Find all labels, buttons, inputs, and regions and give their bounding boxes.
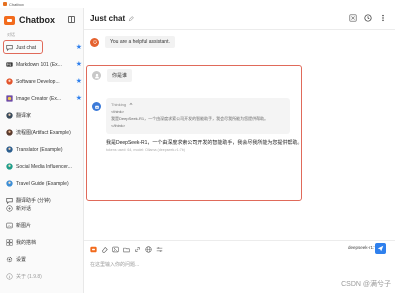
toolbar-icons: [90, 246, 163, 253]
software-dev-avatar-icon: [6, 78, 13, 85]
section-label: 对话: [7, 32, 15, 37]
window-title: Chatbox: [9, 1, 24, 7]
sidebar-item-label: 流程图(Artifact Example): [16, 130, 71, 136]
globe-icon[interactable]: [145, 246, 152, 253]
input-toolbar: deepseek-r1:7b: [84, 240, 395, 256]
sidebar-item-image-creator[interactable]: Image Creator (Ex... ★: [3, 90, 83, 107]
thinking-label: Thinking: [111, 102, 127, 107]
star-icon[interactable]: ★: [76, 78, 82, 85]
sidebar-item-social-media[interactable]: Social Media Influencer...: [3, 158, 83, 175]
chatbox-logo-icon[interactable]: [90, 246, 97, 253]
eraser-icon[interactable]: [101, 246, 108, 253]
about-label: 关于 (1.9.8): [16, 274, 42, 280]
flowchart-avatar-icon: [6, 129, 13, 136]
app-logo-icon: [3, 2, 7, 6]
system-avatar-icon: [90, 37, 99, 47]
brand-name: Chatbox: [19, 15, 55, 25]
info-icon: [6, 273, 13, 280]
image-icon[interactable]: [112, 246, 119, 253]
folder-icon[interactable]: [123, 246, 130, 253]
user-message: 你是谁: [92, 69, 133, 82]
new-chat-button[interactable]: 新对话: [3, 200, 83, 217]
chevron-up-icon[interactable]: [129, 102, 133, 107]
image-icon: [6, 222, 13, 229]
watermark: CSDN @满兮子: [341, 281, 391, 288]
thinking-header[interactable]: Thinking: [111, 102, 285, 107]
star-icon[interactable]: ★: [76, 95, 82, 102]
sidebar-item-travel-guide[interactable]: Travel Guide (Example): [3, 175, 83, 192]
thinking-line: <think>: [111, 109, 125, 114]
thinking-line: 我是DeepSeek-R1，一个由深度求索公司开发的智能助手，我会尽我所能为您提…: [111, 116, 269, 121]
edit-icon[interactable]: [128, 15, 134, 22]
thinking-block[interactable]: Thinking <think> 我是DeepSeek-R1，一个由深度求索公司…: [106, 98, 290, 134]
markdown-icon: [6, 61, 13, 68]
chat-header: Just chat: [84, 8, 395, 30]
clean-icon[interactable]: [349, 14, 357, 22]
message-meta: tokens used: 64, model: Ollama (deepseek…: [106, 148, 185, 152]
sidebar-item-label: Image Creator (Ex...: [16, 95, 62, 102]
brand: Chatbox: [4, 15, 55, 25]
new-image-button[interactable]: 新图片: [3, 217, 83, 234]
my-partners-label: 我的搭档: [16, 240, 37, 246]
sidebar-item-label: Social Media Influencer...: [16, 163, 72, 170]
star-icon[interactable]: ★: [76, 44, 82, 51]
window-titlebar: Chatbox: [0, 0, 395, 8]
assistant-avatar-icon: [92, 102, 101, 111]
history-icon[interactable]: [364, 14, 372, 22]
sidebar-item-software-dev[interactable]: Software Develop... ★: [3, 73, 83, 90]
image-creator-avatar-icon: [6, 95, 13, 102]
send-icon: [377, 245, 384, 252]
star-icon[interactable]: ★: [76, 61, 82, 68]
header-actions: [349, 14, 387, 22]
sidebar-item-just-chat[interactable]: Just chat ★: [3, 39, 83, 56]
sidebar-item-label: Markdown 101 (Ex...: [16, 61, 62, 68]
active-highlight-box: [3, 40, 43, 54]
partner-icon: [6, 239, 13, 246]
assistant-message-text: 我是DeepSeek-R1，一个由深度求索公司开发的智能助手，我会尽我所能为您提…: [106, 140, 303, 146]
thinking-line: </think>: [111, 123, 126, 128]
sidebar-item-label: Translator (Example): [16, 146, 63, 153]
new-image-label: 新图片: [16, 223, 32, 229]
social-media-avatar-icon: [6, 163, 13, 170]
settings-label: 设置: [16, 257, 27, 263]
translator-avatar-icon: [6, 146, 13, 153]
more-options-icon[interactable]: [379, 14, 387, 22]
sidebar-item-flowchart[interactable]: 流程图(Artifact Example): [3, 124, 83, 141]
system-message: You are a helpful assistant.: [90, 36, 175, 48]
sidebar-toggle-icon[interactable]: [68, 16, 75, 23]
system-message-text: You are a helpful assistant.: [105, 36, 175, 48]
gear-icon: [6, 256, 13, 263]
travel-guide-avatar-icon: [6, 180, 13, 187]
sidebar-item-markdown[interactable]: Markdown 101 (Ex... ★: [3, 56, 83, 73]
page-title: Just chat: [90, 14, 126, 23]
sidebar-item-label: Software Develop...: [16, 78, 60, 85]
sidebar-item-translator-cn[interactable]: 翻译家: [3, 107, 83, 124]
user-message-text: 你是谁: [107, 69, 133, 82]
chatbox-logo-icon: [4, 15, 15, 25]
sidebar-item-label: 翻译家: [16, 113, 32, 119]
conversation-list: Just chat ★ Markdown 101 (Ex... ★ Softwa…: [3, 39, 83, 209]
sidebar-bottom-menu: 新对话 新图片 我的搭档 设置 关于 (1.9.8): [3, 200, 83, 285]
plus-icon: [6, 205, 13, 212]
user-avatar-icon: [92, 71, 101, 80]
sidebar-item-label: Travel Guide (Example): [16, 180, 69, 187]
settings-sliders-icon[interactable]: [156, 246, 163, 253]
settings-button[interactable]: 设置: [3, 251, 83, 268]
about-button[interactable]: 关于 (1.9.8): [3, 268, 83, 285]
link-icon[interactable]: [134, 246, 141, 253]
send-button[interactable]: [375, 243, 386, 254]
sidebar-item-translator[interactable]: Translator (Example): [3, 141, 83, 158]
new-chat-label: 新对话: [16, 206, 32, 212]
translator-avatar-icon: [6, 112, 13, 119]
chat-input[interactable]: [90, 260, 370, 270]
my-partners-button[interactable]: 我的搭档: [3, 234, 83, 251]
